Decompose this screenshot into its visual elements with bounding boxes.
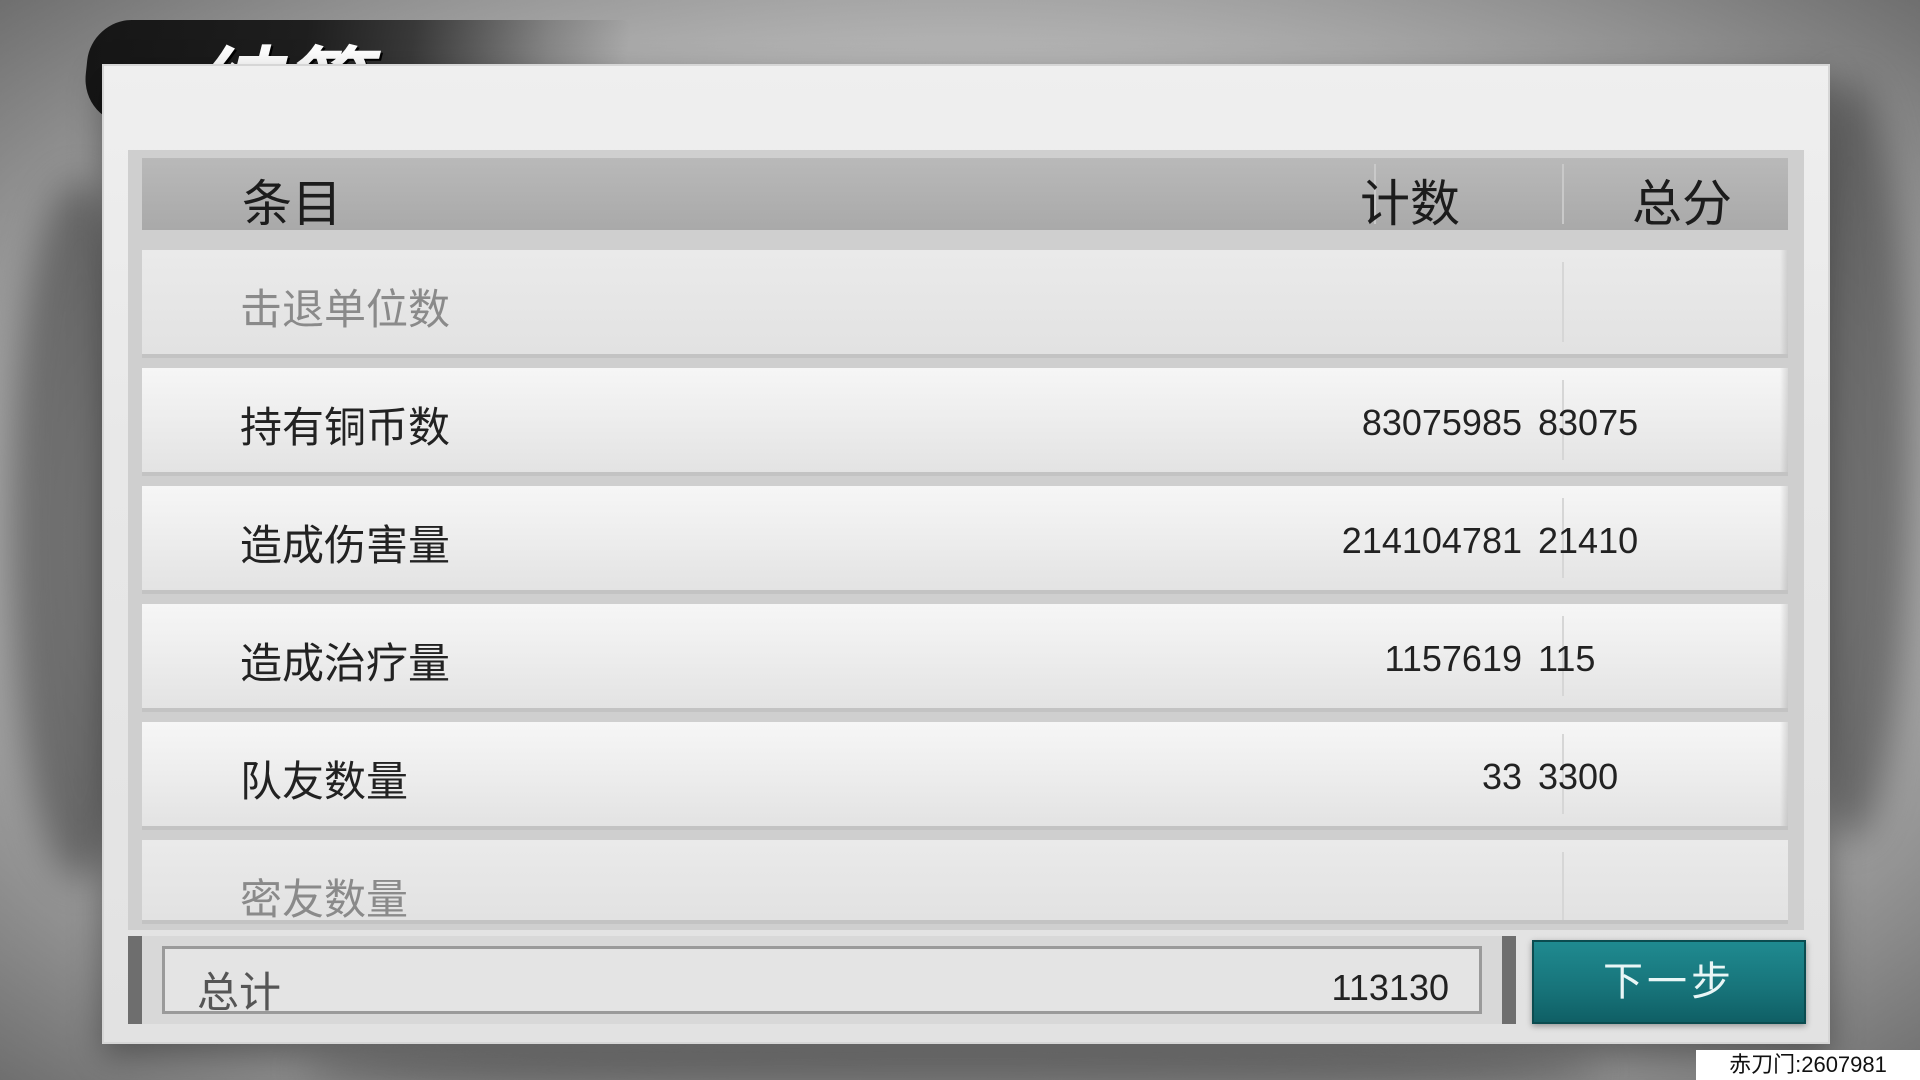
total-bar: 总计 113130 — [128, 936, 1516, 1024]
header-count: 计数 — [1360, 175, 1460, 233]
row-edge — [1780, 604, 1788, 708]
row-item: 队友数量 — [240, 757, 409, 806]
row-score: 21410 — [1538, 520, 1639, 561]
table-row: 击退单位数 — [142, 250, 1788, 354]
row-edge — [1780, 486, 1788, 590]
table-header: 条目 计数 总分 — [142, 158, 1788, 233]
row-item: 持有铜币数 — [240, 403, 451, 452]
row-count: 83075985 — [1361, 402, 1522, 443]
row-score: 83075 — [1538, 402, 1639, 443]
settlement-table: 条目 计数 总分 击退单位数 持有铜币数 83075985 83075 造成伤害… — [128, 150, 1804, 930]
row-divider — [1562, 262, 1564, 342]
table-row: 密友数量 — [142, 840, 1788, 920]
row-item: 造成治疗量 — [240, 639, 451, 688]
row-edge — [1780, 368, 1788, 472]
total-label: 总计 — [197, 968, 282, 1017]
next-step-button[interactable]: 下一步 — [1532, 940, 1806, 1024]
row-count: 33 — [1481, 756, 1522, 797]
row-score: 115 — [1538, 638, 1596, 679]
row-count: 1157619 — [1384, 638, 1522, 679]
ink-stroke-bottom — [300, 1040, 1600, 1080]
total-value: 113130 — [1331, 967, 1449, 1008]
header-divider — [1562, 164, 1564, 224]
row-edge — [1780, 250, 1788, 354]
row-edge — [1780, 722, 1788, 826]
row-count: 214104781 — [1341, 520, 1522, 561]
header-score: 总分 — [1632, 175, 1732, 233]
total-inner-frame: 总计 113130 — [162, 946, 1482, 1017]
row-item: 造成伤害量 — [240, 521, 451, 570]
row-item: 密友数量 — [240, 875, 409, 920]
header-item: 条目 — [242, 175, 342, 233]
row-item: 击退单位数 — [240, 285, 451, 334]
table-row: 造成伤害量 214104781 21410 — [142, 486, 1788, 590]
table-row: 队友数量 33 3300 — [142, 722, 1788, 826]
room-id-label: 赤刀门:2607981 — [1696, 1050, 1920, 1080]
table-row: 持有铜币数 83075985 83075 — [142, 368, 1788, 472]
row-score: 3300 — [1538, 756, 1619, 797]
table-row: 造成治疗量 1157619 115 — [142, 604, 1788, 708]
row-divider — [1562, 852, 1564, 920]
